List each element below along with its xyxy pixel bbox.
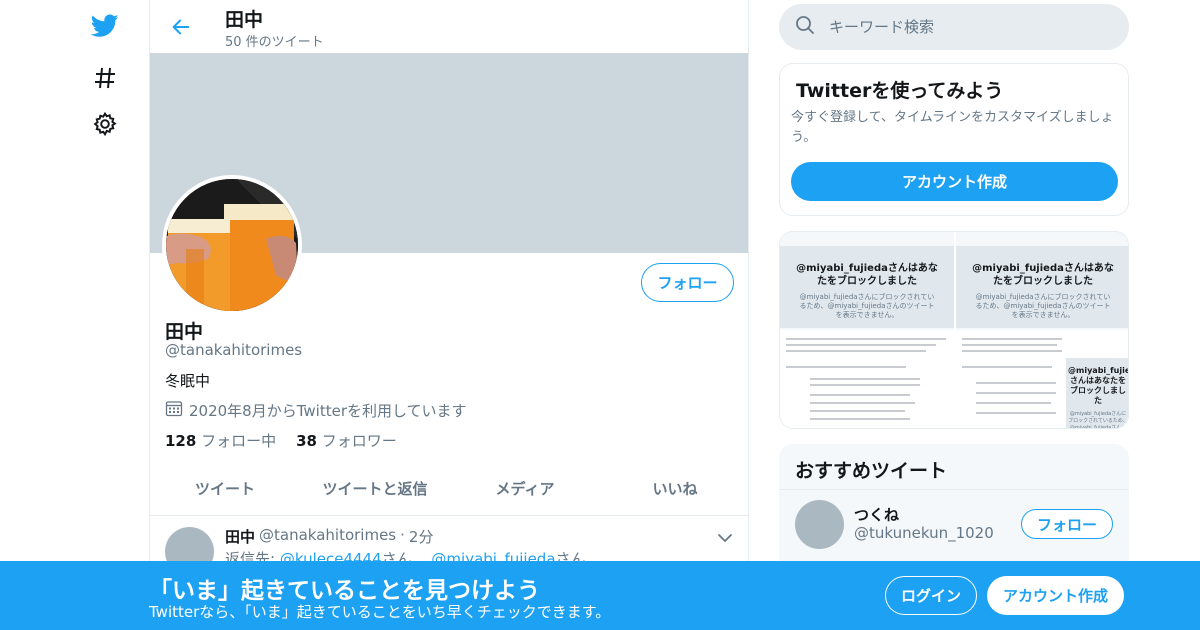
signup-banner: 「いま」起きていることを見つけよう Twitterなら、「いま」起きていることを… [0,561,1200,630]
tab-likes[interactable]: いいね [600,462,748,515]
signup-button[interactable]: アカウント作成 [987,576,1124,615]
document-thumbnail: @miyabi_fujiedaさんはあなたをブロックしました @miyabi_f… [956,332,1128,429]
blocked-subtext: @miyabi_fujiedaさんにブロックされているため、@miyabi_fu… [1068,411,1128,429]
document-thumbnail [780,332,954,428]
blocked-notice: @miyabi_fujiedaさんはあなたをブロックしました @miyabi_f… [780,246,954,328]
right-sidebar: Twitterを使ってみよう 今すぐ登録して、タイムラインをカスタマイズしましょ… [779,0,1129,630]
profile-name: 田中 [165,321,204,343]
blocked-notice: @miyabi_fujiedaさんはあなたをブロックしました @miyabi_f… [956,246,1128,328]
tweet-dot: · [400,526,405,544]
recommended-handle[interactable]: @tukunekun_1020 [854,524,994,542]
signup-card-text: 今すぐ登録して、タイムラインをカスタマイズしましょう。 [791,110,1114,145]
blocked-title: @miyabi_fujiedaさんはあなたをブロックしました [972,263,1114,287]
tab-tweets[interactable]: ツイート [150,462,300,515]
left-nav [80,0,130,630]
tab-tweets-replies[interactable]: ツイートと返信 [300,462,450,515]
blocked-subtext: @miyabi_fujiedaさんにブロックされているため、@miyabi_fu… [975,293,1111,319]
follow-stats: 128 フォロー中 38 フォロワー [165,430,397,451]
media-image[interactable] [780,332,954,428]
gear-icon[interactable] [90,109,120,139]
recommended-title: おすすめツイート [795,460,948,482]
recommended-follow-button[interactable]: フォロー [1021,509,1113,539]
blocked-notice: @miyabi_fujiedaさんはあなたをブロックしました @miyabi_f… [1066,358,1128,429]
recommended-avatar[interactable] [795,500,844,549]
followers-stat[interactable]: 38 フォロワー [296,430,397,451]
media-image[interactable]: @miyabi_fujiedaさんはあなたをブロックしました @miyabi_f… [956,232,1128,330]
profile-bio: 冬眠中 [165,372,211,390]
recommended-name[interactable]: つくね [854,504,899,525]
signup-card: Twitterを使ってみよう 今すぐ登録して、タイムラインをカスタマイズしましょ… [779,63,1129,216]
signup-card-title: Twitterを使ってみよう [796,80,1004,102]
search-box[interactable] [779,4,1129,50]
twitter-logo-icon[interactable] [90,11,120,41]
back-arrow-icon[interactable] [166,12,196,42]
signup-banner-subtitle: Twitterなら、「いま」起きていることをいち早くチェックできます。 [149,603,611,621]
followers-count: 38 [296,432,317,450]
tweet-author[interactable]: 田中 [225,526,255,547]
profile-avatar[interactable] [162,175,302,315]
following-stat[interactable]: 128 フォロー中 [165,430,276,451]
search-icon [795,15,815,39]
tweet-count: 50 件のツイート [225,35,324,50]
search-input[interactable] [829,18,1089,36]
hashtag-icon[interactable] [90,63,120,93]
follow-button[interactable]: フォロー [641,263,734,302]
signup-banner-title: 「いま」起きていることを見つけよう [149,578,540,604]
profile-column: 田中 50 件のツイート フォロー 田中 @tanakahitorimes 冬眠… [149,0,749,630]
header-title: 田中 [225,9,264,31]
media-image[interactable]: @miyabi_fujiedaさんはあなたをブロックしました @miyabi_f… [956,332,1128,429]
followers-label: フォロワー [321,432,397,450]
tweet-handle[interactable]: @tanakahitorimes [259,526,396,547]
tab-media[interactable]: メディア [450,462,600,515]
create-account-button[interactable]: アカウント作成 [791,162,1118,201]
chevron-down-icon[interactable] [716,529,736,549]
tweet-header: 田中 @tanakahitorimes · 2分 [225,526,433,547]
media-preview[interactable]: @miyabi_fujiedaさんはあなたをブロックしました @miyabi_f… [779,231,1129,429]
following-label: フォロー中 [201,432,277,450]
following-count: 128 [165,432,197,450]
divider [779,489,1129,490]
profile-tabs: ツイート ツイートと返信 メディア いいね [150,462,748,516]
blocked-subtext: @miyabi_fujiedaさんにブロックされているため、@miyabi_fu… [799,293,935,319]
blocked-title: @miyabi_fujiedaさんはあなたをブロックしました [1068,366,1128,405]
tweet-time[interactable]: 2分 [409,526,434,547]
calendar-icon [165,399,183,421]
profile-header: 田中 50 件のツイート [150,0,748,53]
blocked-title: @miyabi_fujiedaさんはあなたをブロックしました [796,263,938,287]
joined-date: 2020年8月からTwitterを利用しています [165,399,467,421]
login-button[interactable]: ログイン [885,576,977,615]
joined-text: 2020年8月からTwitterを利用しています [189,401,467,420]
media-image[interactable]: @miyabi_fujiedaさんはあなたをブロックしました @miyabi_f… [780,232,954,330]
profile-handle: @tanakahitorimes [165,341,303,359]
